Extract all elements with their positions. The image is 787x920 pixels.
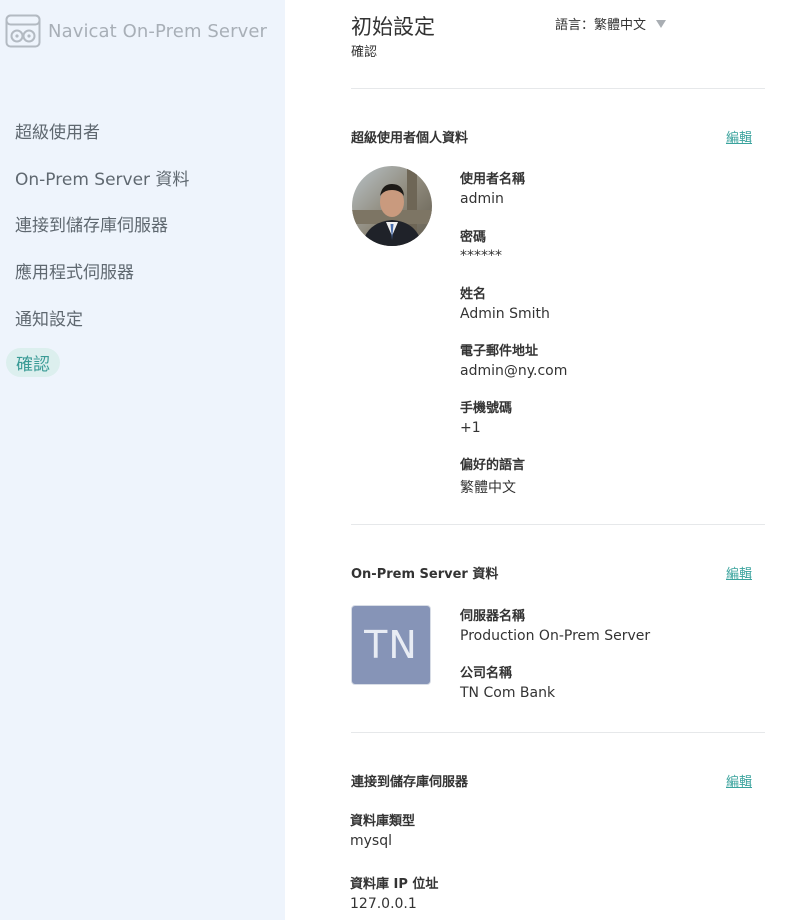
sidebar-item-confirm[interactable]: 確認 bbox=[6, 348, 60, 377]
navicat-logo-icon bbox=[5, 14, 41, 48]
divider bbox=[351, 524, 765, 525]
field-label-username: 使用者名稱 bbox=[460, 172, 526, 187]
field-label-email: 電子郵件地址 bbox=[460, 344, 539, 359]
field-value-full-name: Admin Smith bbox=[460, 306, 550, 322]
field-label-db-ip: 資料庫 IP 位址 bbox=[350, 877, 439, 892]
sidebar: Navicat On-Prem Server 超級使用者 On-Prem Ser… bbox=[0, 0, 285, 920]
repository-edit-link[interactable]: 編輯 bbox=[726, 771, 752, 790]
field-value-server-name: Production On-Prem Server bbox=[460, 628, 651, 644]
language-label: 語言：繁體中文 bbox=[555, 18, 647, 33]
field-value-email: admin@ny.com bbox=[460, 363, 568, 379]
language-select[interactable]: 語言：繁體中文 bbox=[555, 14, 667, 33]
server-edit-link[interactable]: 編輯 bbox=[726, 563, 752, 582]
superuser-edit-link[interactable]: 編輯 bbox=[726, 127, 752, 146]
main-content: 初始設定 確認 語言：繁體中文 超級使用者個人資料 編輯 使用者名稱 admin… bbox=[285, 0, 787, 920]
sidebar-item-notification[interactable]: 通知設定 bbox=[15, 305, 83, 330]
field-label-server-name: 伺服器名稱 bbox=[460, 609, 526, 624]
server-logo: TN bbox=[351, 605, 431, 685]
brand: Navicat On-Prem Server bbox=[5, 14, 267, 48]
sidebar-item-app-server[interactable]: 應用程式伺服器 bbox=[15, 258, 134, 283]
field-value-db-type: mysql bbox=[350, 833, 392, 849]
field-value-db-ip: 127.0.0.1 bbox=[350, 896, 417, 912]
divider bbox=[351, 732, 765, 733]
server-initials: TN bbox=[364, 623, 418, 667]
field-label-mobile: 手機號碼 bbox=[460, 401, 513, 416]
repository-section-title: 連接到儲存庫伺服器 bbox=[351, 775, 469, 790]
page-title: 初始設定 bbox=[351, 15, 435, 39]
caret-down-icon bbox=[656, 19, 667, 28]
field-value-mobile: +1 bbox=[460, 420, 481, 436]
field-value-company: TN Com Bank bbox=[460, 685, 556, 701]
sidebar-item-repository[interactable]: 連接到儲存庫伺服器 bbox=[15, 211, 168, 236]
field-label-full-name: 姓名 bbox=[460, 287, 487, 302]
sidebar-item-superuser[interactable]: 超級使用者 bbox=[15, 118, 100, 143]
page-subtitle: 確認 bbox=[351, 45, 378, 60]
divider bbox=[351, 88, 765, 89]
field-label-language: 偏好的語言 bbox=[460, 458, 526, 473]
field-value-password: ****** bbox=[460, 248, 502, 264]
field-label-db-type: 資料庫類型 bbox=[350, 814, 416, 829]
superuser-section-title: 超級使用者個人資料 bbox=[351, 131, 469, 146]
server-section-title: On-Prem Server 資料 bbox=[351, 567, 499, 582]
field-label-company: 公司名稱 bbox=[460, 666, 513, 681]
field-value-username: admin bbox=[460, 191, 504, 207]
avatar bbox=[352, 166, 432, 246]
app-name: Navicat On-Prem Server bbox=[48, 20, 268, 42]
user-photo bbox=[352, 166, 432, 246]
field-label-password: 密碼 bbox=[460, 230, 487, 245]
field-value-language: 繁體中文 bbox=[460, 480, 516, 496]
sidebar-item-server-info[interactable]: On-Prem Server 資料 bbox=[15, 165, 189, 190]
